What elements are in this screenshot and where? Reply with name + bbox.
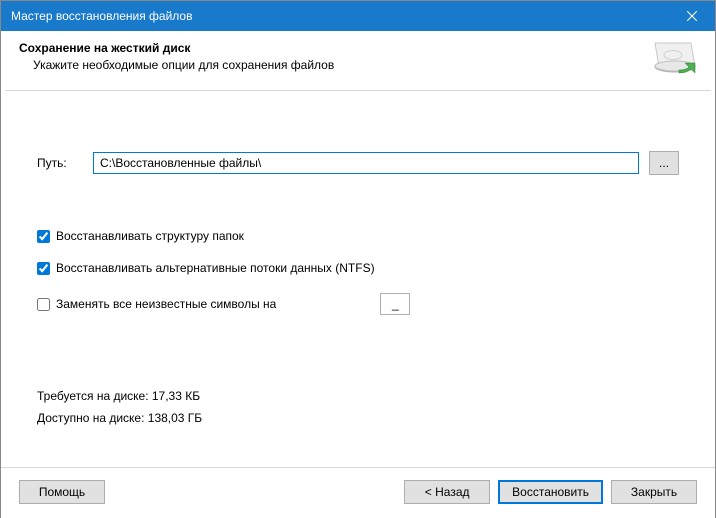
restore-structure-label[interactable]: Восстанавливать структуру папок [56,229,244,243]
recover-button[interactable]: Восстановить [498,480,603,504]
content-area: Путь: ... Восстанавливать структуру папо… [1,91,715,449]
close-icon [687,11,697,21]
replace-unknown-label[interactable]: Заменять все неизвестные символы на [56,297,276,311]
close-button[interactable]: Закрыть [611,480,697,504]
restore-structure-row: Восстанавливать структуру папок [37,229,679,243]
path-input[interactable] [93,152,639,174]
back-button[interactable]: < Назад [404,480,490,504]
disk-info: Требуется на диске: 17,33 КБ Доступно на… [37,385,679,429]
path-label: Путь: [37,156,83,170]
disk-available: Доступно на диске: 138,03 ГБ [37,407,679,429]
close-window-button[interactable] [669,1,715,31]
restore-structure-checkbox[interactable] [37,230,50,243]
restore-ntfs-row: Восстанавливать альтернативные потоки да… [37,261,679,275]
titlebar: Мастер восстановления файлов [1,1,715,31]
header-subtitle: Укажите необходимые опции для сохранения… [19,58,697,72]
path-row: Путь: ... [37,151,679,175]
wizard-header: Сохранение на жесткий диск Укажите необх… [1,31,715,90]
window-title: Мастер восстановления файлов [11,9,669,23]
footer: Помощь < Назад Восстановить Закрыть [1,467,715,518]
disk-required: Требуется на диске: 17,33 КБ [37,385,679,407]
help-button[interactable]: Помощь [19,480,105,504]
footer-spacer [113,480,396,504]
header-title: Сохранение на жесткий диск [19,41,697,55]
restore-ntfs-label[interactable]: Восстанавливать альтернативные потоки да… [56,261,375,275]
restore-ntfs-checkbox[interactable] [37,262,50,275]
browse-button[interactable]: ... [649,151,679,175]
replace-unknown-row: Заменять все неизвестные символы на [37,293,679,315]
replace-char-input[interactable] [380,293,410,315]
replace-unknown-checkbox[interactable] [37,298,50,311]
hdd-save-icon [651,41,699,84]
